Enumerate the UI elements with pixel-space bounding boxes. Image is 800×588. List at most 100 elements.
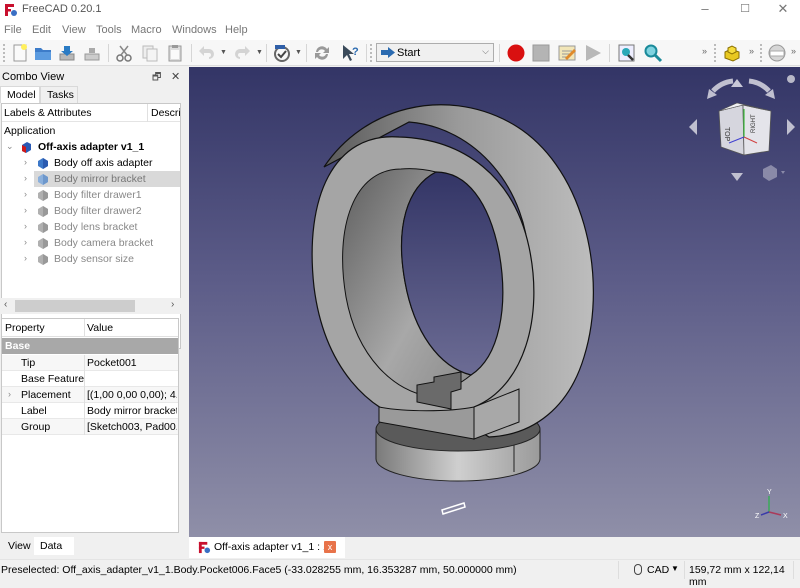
scroll-left-icon[interactable]: ‹ (4, 299, 7, 310)
3d-viewport[interactable]: TOP RIGHT Y X Z (189, 67, 800, 537)
float-panel-icon[interactable]: 🗗 (152, 70, 161, 87)
scroll-right-icon[interactable]: › (171, 299, 174, 310)
copy-icon[interactable] (140, 43, 160, 63)
close-panel-icon[interactable]: ✕ (171, 70, 180, 83)
nav-rotate-left-icon[interactable] (689, 119, 697, 135)
chevron-right-icon[interactable]: › (8, 389, 11, 399)
3d-scene[interactable]: TOP RIGHT Y X Z (189, 67, 800, 537)
chevron-right-icon[interactable]: › (24, 253, 27, 263)
menu-file[interactable]: File (4, 24, 22, 36)
run-macro-icon[interactable] (583, 43, 603, 63)
close-tab-icon[interactable]: x (324, 541, 336, 553)
scrollbar-thumb[interactable] (15, 300, 135, 312)
property-value[interactable]: [Sketch003, Pad00... (87, 421, 177, 433)
combo-view-panel: Combo View 🗗 ✕ Model Tasks Labels & Attr… (0, 66, 187, 558)
toolbar-grip[interactable] (370, 44, 372, 62)
nav-orbit-right-icon[interactable] (748, 78, 771, 93)
chevron-right-icon[interactable]: › (24, 157, 27, 167)
undo-dropdown-icon[interactable]: ▼ (220, 49, 227, 56)
model-ring[interactable] (311, 104, 594, 440)
menu-tools[interactable]: Tools (96, 24, 122, 36)
stop-macro-icon[interactable] (531, 43, 551, 63)
tree-item[interactable]: › Body camera bracket (2, 235, 180, 251)
save-as-icon[interactable] (82, 43, 102, 63)
menu-windows[interactable]: Windows (172, 24, 217, 36)
nav-orbit-left-icon[interactable] (711, 78, 734, 93)
nav-view-menu-icon[interactable] (763, 165, 777, 181)
nav-menu-dot-icon[interactable] (787, 75, 795, 83)
save-icon[interactable] (57, 43, 77, 63)
redo-dropdown-icon[interactable]: ▼ (256, 49, 263, 56)
nav-rotate-down-icon[interactable] (731, 173, 743, 181)
tree-item[interactable]: › Body filter drawer2 (2, 203, 180, 219)
property-column-header[interactable]: Property (5, 322, 45, 334)
tree-item[interactable]: › Body off axis adapter (2, 155, 180, 171)
part-primitive-icon[interactable] (767, 43, 787, 63)
navcube-face-top[interactable]: TOP (723, 127, 730, 142)
property-row-placement[interactable]: › Placement [(1,00 0,00 0,00); 4... (2, 387, 178, 403)
whats-this-icon[interactable]: ? (340, 43, 360, 63)
tab-model[interactable]: Model (0, 86, 40, 103)
tree-column-labels[interactable]: Labels & Attributes (4, 107, 92, 119)
column-divider[interactable] (147, 104, 148, 122)
chevron-down-icon[interactable]: ⌄ (6, 141, 14, 152)
tab-data[interactable]: Data (34, 537, 74, 555)
property-value[interactable]: Body mirror bracket (87, 405, 177, 417)
property-row-group[interactable]: Group [Sketch003, Pad00... (2, 419, 178, 435)
menu-help[interactable]: Help (225, 24, 248, 36)
chevron-right-icon[interactable]: › (24, 173, 27, 183)
toolbar-overflow-button[interactable]: » (791, 46, 796, 56)
workbench-selector[interactable]: Start ⌵ (376, 43, 494, 62)
tab-tasks[interactable]: Tasks (40, 86, 78, 103)
tree-item[interactable]: › Body filter drawer1 (2, 187, 180, 203)
property-key: Placement (21, 389, 71, 401)
close-button[interactable]: ✕ (760, 0, 800, 20)
toolbar-overflow-button[interactable]: » (702, 46, 707, 56)
navigation-cube[interactable]: TOP RIGHT (689, 75, 795, 181)
std-views-dropdown-icon[interactable]: ▼ (295, 49, 302, 56)
fit-selection-icon[interactable] (643, 43, 663, 63)
cut-icon[interactable] (114, 43, 134, 63)
redo-icon[interactable] (232, 43, 252, 63)
toolbar-grip[interactable] (714, 44, 716, 62)
toolbar-overflow-button[interactable]: » (749, 46, 754, 56)
tab-view[interactable]: View (2, 537, 34, 555)
chevron-right-icon[interactable]: › (24, 221, 27, 231)
open-folder-icon[interactable] (33, 43, 53, 63)
refresh-icon[interactable] (312, 43, 332, 63)
property-row-tip[interactable]: Tip Pocket001 (2, 355, 178, 371)
menu-macro[interactable]: Macro (131, 24, 162, 36)
menu-view[interactable]: View (62, 24, 86, 36)
record-macro-icon[interactable] (506, 43, 526, 63)
chevron-right-icon[interactable]: › (24, 189, 27, 199)
tree-column-description[interactable]: Descrip (151, 107, 180, 119)
tree-horizontal-scrollbar[interactable]: ‹ › (1, 298, 181, 314)
tree-item[interactable]: › Body sensor size (2, 251, 180, 267)
tree-item-selected[interactable]: Body mirror bracket (34, 171, 180, 187)
new-document-icon[interactable] (10, 43, 30, 63)
value-column-header[interactable]: Value (87, 322, 113, 334)
tree-item[interactable]: › Body lens bracket (2, 219, 180, 235)
property-value[interactable]: [(1,00 0,00 0,00); 4... (87, 389, 177, 401)
chevron-right-icon[interactable]: › (24, 205, 27, 215)
menu-edit[interactable]: Edit (32, 24, 51, 36)
navcube-face-right[interactable]: RIGHT (751, 114, 757, 133)
edit-macro-icon[interactable] (557, 43, 577, 63)
toolbar-grip[interactable] (3, 44, 5, 62)
part-box-icon[interactable] (722, 43, 742, 63)
toolbar-grip[interactable] (760, 44, 762, 62)
document-tab[interactable]: Off-axis adapter v1_1 : 1* x (189, 537, 345, 558)
paste-icon[interactable] (165, 43, 185, 63)
navigation-style-selector[interactable]: CAD ▼ (618, 561, 682, 579)
nav-rotate-right-icon[interactable] (787, 119, 795, 135)
undo-icon[interactable] (197, 43, 217, 63)
column-divider[interactable] (84, 319, 85, 337)
tree-document[interactable]: ⌄ Off-axis adapter v1_1 (2, 139, 180, 155)
property-row-base-feature[interactable]: Base Feature (2, 371, 178, 387)
chevron-right-icon[interactable]: › (24, 237, 27, 247)
property-group-base[interactable]: Base (2, 338, 178, 354)
property-value[interactable]: Pocket001 (87, 357, 177, 369)
std-views-icon[interactable] (272, 43, 292, 63)
property-row-label[interactable]: Label Body mirror bracket (2, 403, 178, 419)
fit-all-icon[interactable] (617, 43, 637, 63)
